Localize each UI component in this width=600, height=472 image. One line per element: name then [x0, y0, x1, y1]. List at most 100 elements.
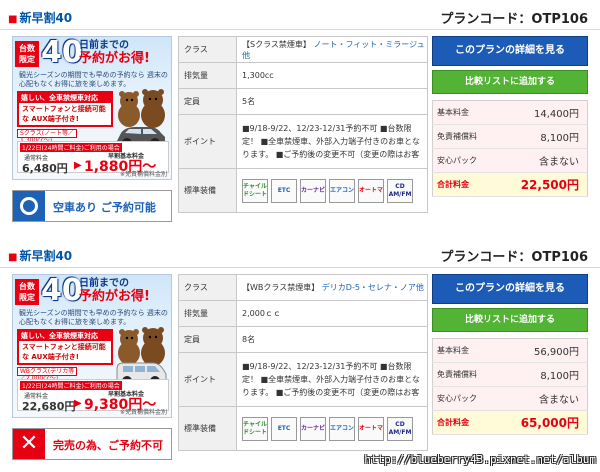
banner-note: ※免責補償料金別: [119, 409, 167, 416]
price-row: 免責補償料 8,100円: [432, 124, 588, 149]
arrow-right-icon: ▶: [74, 160, 82, 171]
spec-row-equipment: 標準装備 チャイルドシート ETC カーナビ エアコン オートマ CD AM/F…: [178, 406, 428, 451]
price-label: 基本料金: [432, 100, 495, 125]
total-row: 合計料金 65,000円: [432, 410, 588, 435]
availability-status: ✕ 完売の為、ご予約不可: [12, 428, 172, 460]
price-value: 8,100円: [494, 124, 588, 149]
spec-value: 2,000ｃｃ: [236, 300, 428, 327]
price-label: 安心パック: [432, 386, 495, 411]
availability-text: 完売の為、ご予約不可: [53, 439, 163, 452]
plan-title-text: 新早割40: [19, 11, 73, 25]
cd-radio-icon: CD AM/FM: [387, 178, 413, 203]
price-label: 安心パック: [432, 148, 495, 173]
spec-label: 定員: [178, 326, 237, 353]
spec-value: 1,300cc: [236, 62, 428, 89]
class-cars-link[interactable]: デリカD-5・セレナ・ノア他: [322, 283, 424, 292]
point-text: ■9/18-9/22、12/23-12/31予約不可 ■台数限定！ ■全車禁煙車…: [242, 123, 420, 159]
banner-feature-box: 嬉しい、全車禁煙車対応 スマートフォンと接続可能な AUX端子付き!: [17, 329, 113, 365]
automatic-icon: オートマ: [358, 416, 384, 441]
price-value: 14,400円: [494, 100, 588, 125]
spec-label: ポイント: [178, 114, 237, 169]
total-label: 合計料金: [432, 410, 495, 435]
spec-value: 【WBクラス禁煙車】 デリカD-5・セレナ・ノア他: [236, 274, 428, 301]
banner-feature-1: 嬉しい、全車禁煙車対応: [19, 93, 111, 103]
plan-detail-button[interactable]: このプランの詳細を見る: [432, 274, 588, 304]
add-compare-button[interactable]: 比較リストに追加する: [432, 70, 588, 94]
spec-value: 8名: [236, 326, 428, 353]
sold-out-cross-icon: ✕: [13, 429, 45, 459]
plan-detail-button[interactable]: このプランの詳細を見る: [432, 36, 588, 66]
spec-value: チャイルドシート ETC カーナビ エアコン オートマ CD AM/FM: [236, 406, 428, 451]
arrow-right-icon: ▶: [74, 398, 82, 409]
bullet-icon: ■: [8, 252, 18, 263]
total-label: 合計料金: [432, 172, 495, 197]
etc-icon: ETC: [271, 416, 297, 441]
normal-price: 6,480円: [22, 162, 68, 175]
spec-label: 排気量: [178, 300, 237, 327]
banner-feature-2: スマートフォンと接続可能な AUX端子付き!: [22, 343, 106, 361]
car-class-band: Sクラス(ノート等／1,300cc～): [17, 129, 77, 144]
total-value: 22,500円: [494, 172, 588, 197]
price-value: 含まない: [494, 148, 588, 173]
availability-text: 空車あり ご予約可能: [53, 201, 156, 214]
banner-headline: 日前までの 予約がお得!: [79, 39, 171, 65]
spec-row-displacement: 排気量 2,000ｃｃ: [178, 300, 428, 327]
spec-value: チャイルドシート ETC カーナビ エアコン オートマ CD AM/FM: [236, 168, 428, 213]
plan-title: ■ 新早割40: [8, 247, 72, 264]
price-table: 基本料金 14,400円 免責補償料 8,100円 安心パック 含まない 合計料金 22…: [432, 100, 588, 197]
banner-feature-box: 嬉しい、全車禁煙車対応 スマートフォンと接続可能な AUX端子付き!: [17, 91, 113, 127]
spec-label: 標準装備: [178, 406, 237, 451]
price-value: 含まない: [494, 386, 588, 411]
spec-label: 定員: [178, 88, 237, 115]
spec-value: 5名: [236, 88, 428, 115]
banner-headline-2: 予約がお得!: [79, 51, 150, 66]
child-seat-icon: チャイルドシート: [242, 416, 268, 441]
class-name: 【Sクラス禁煙車】: [242, 39, 311, 49]
automatic-icon: オートマ: [358, 178, 384, 203]
limited-badge: 台数 限定: [15, 279, 39, 305]
banner-feature-2: スマートフォンと接続可能な AUX端子付き!: [22, 105, 106, 123]
air-conditioner-icon: エアコン: [329, 178, 355, 203]
spec-row-point: ポイント ■9/18-9/22、12/23-12/31予約不可 ■台数限定！ ■…: [178, 114, 428, 169]
plan-header: ■ 新早割40 プランコード：OTP106: [0, 0, 600, 30]
spec-value: ■9/18-9/22、12/23-12/31予約不可 ■台数限定！ ■全車禁煙車…: [236, 352, 428, 407]
banner-big-number: 40: [41, 274, 83, 308]
car-navi-icon: カーナビ: [300, 178, 326, 203]
banner-big-number: 40: [41, 36, 83, 70]
spec-row-displacement: 排気量 1,300cc: [178, 62, 428, 89]
spec-label: クラス: [178, 36, 237, 63]
spec-table: クラス 【WBクラス禁煙車】 デリカD-5・セレナ・ノア他 排気量 2,000ｃ…: [178, 274, 428, 451]
plan-banner: 台数 限定 40 日前までの 予約がお得! 観光シーズンの期間でも早めの予約なら…: [12, 36, 172, 180]
banner-feature-1: 嬉しい、全車禁煙車対応: [19, 331, 111, 341]
plan-card: ■ 新早割40 プランコード：OTP106 台数 限定 40 日前までの 予約がお…: [0, 0, 600, 230]
equipment-icons: チャイルドシート ETC カーナビ エアコン オートマ CD AM/FM: [242, 416, 427, 441]
total-row: 合計料金 22,500円: [432, 172, 588, 197]
price-row: 免責補償料 8,100円: [432, 362, 588, 387]
total-value: 65,000円: [494, 410, 588, 435]
equipment-icons: チャイルドシート ETC カーナビ エアコン オートマ CD AM/FM: [242, 178, 427, 203]
spec-table: クラス 【Sクラス禁煙車】 ノート・フィット・ミラージュ他 排気量 1,300c…: [178, 36, 428, 213]
price-label: 基本料金: [432, 338, 495, 363]
spec-row-class: クラス 【WBクラス禁煙車】 デリカD-5・セレナ・ノア他: [178, 274, 428, 301]
plan-title: ■ 新早割40: [8, 9, 72, 26]
spec-row-equipment: 標準装備 チャイルドシート ETC カーナビ エアコン オートマ CD AM/F…: [178, 168, 428, 213]
banner-headline-2: 予約がお得!: [79, 289, 150, 304]
spec-label: クラス: [178, 274, 237, 301]
price-row: 安心パック 含まない: [432, 386, 588, 411]
spec-label: 標準装備: [178, 168, 237, 213]
spec-value: 【Sクラス禁煙車】 ノート・フィット・ミラージュ他: [236, 36, 428, 63]
plan-code: プランコード：OTP106: [440, 12, 588, 27]
normal-price: 22,680円: [22, 400, 76, 413]
price-value: 8,100円: [494, 362, 588, 387]
air-conditioner-icon: エアコン: [329, 416, 355, 441]
car-navi-icon: カーナビ: [300, 416, 326, 441]
add-compare-button[interactable]: 比較リストに追加する: [432, 308, 588, 332]
price-table: 基本料金 56,900円 免責補償料 8,100円 安心パック 含まない 合計料金 65…: [432, 338, 588, 435]
limited-badge: 台数 限定: [15, 41, 39, 67]
banner-date-tag: 1/22日(24時間ご料金)ご利用の場合: [20, 381, 122, 390]
plan-title-text: 新早割40: [19, 249, 73, 263]
spec-label: 排気量: [178, 62, 237, 89]
banner-date-tag: 1/22日(24時間ご料金)ご利用の場合: [20, 143, 122, 152]
spec-row-capacity: 定員 5名: [178, 88, 428, 115]
plan-header: ■ 新早割40 プランコード：OTP106: [0, 238, 600, 268]
